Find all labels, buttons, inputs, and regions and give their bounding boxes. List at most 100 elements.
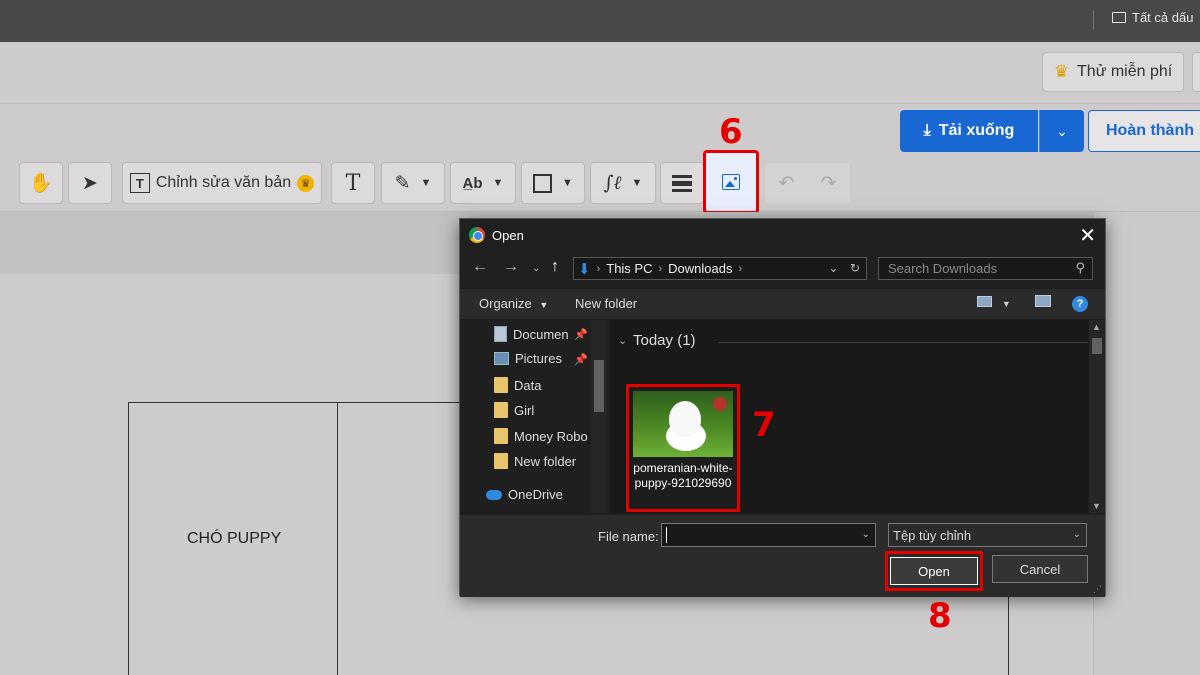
download-button[interactable]: ⤓ Tải xuống bbox=[900, 110, 1038, 152]
free-trial-button[interactable]: ♛ Thử miễn phí bbox=[1042, 52, 1184, 92]
hand-tool[interactable]: ✋ bbox=[19, 162, 63, 204]
file-name-input[interactable]: ⌄ bbox=[661, 523, 876, 547]
text-icon: T bbox=[345, 170, 361, 196]
dialog-title: Open bbox=[492, 227, 524, 243]
search-input[interactable]: Search Downloads ⚲ bbox=[878, 257, 1093, 280]
nav-item-label: OneDrive bbox=[508, 487, 563, 502]
navigation-pane: Documen 📌 Pictures 📌 Data Girl Money Rob… bbox=[460, 320, 608, 513]
nav-item-money-robo[interactable]: Money Robo bbox=[494, 428, 606, 444]
chevron-down-icon[interactable]: ⌄ bbox=[618, 334, 627, 347]
nav-item-new-folder[interactable]: New folder bbox=[494, 453, 606, 469]
open-button[interactable]: Open bbox=[890, 557, 978, 585]
redo-button[interactable]: ↷ bbox=[807, 162, 851, 204]
cancel-button[interactable]: Cancel bbox=[992, 555, 1088, 583]
shape-tool[interactable]: ▼ bbox=[521, 162, 585, 204]
draw-tool[interactable]: ✎ ▼ bbox=[381, 162, 445, 204]
chevron-down-icon[interactable]: ⌄ bbox=[829, 261, 839, 275]
breadcrumb-downloads[interactable]: Downloads bbox=[668, 261, 732, 276]
organize-menu[interactable]: Organize ▼ bbox=[479, 296, 548, 311]
all-bookmarks-label: Tất cả dấu bbox=[1132, 10, 1194, 25]
pencil-icon: ✎ bbox=[394, 172, 411, 194]
rectangle-icon bbox=[533, 173, 553, 193]
header-extra-button[interactable] bbox=[1192, 52, 1200, 92]
folder-icon bbox=[1112, 12, 1126, 23]
redact-tool[interactable] bbox=[660, 162, 704, 204]
nav-item-label: Documen bbox=[513, 326, 569, 342]
back-icon[interactable]: ← bbox=[472, 258, 488, 276]
bookmarks-separator bbox=[1093, 11, 1094, 29]
navigation-scrollbar[interactable] bbox=[591, 320, 607, 513]
all-bookmarks-button[interactable]: Tất cả dấu bbox=[1112, 10, 1193, 25]
breadcrumb-this-pc[interactable]: This PC bbox=[606, 261, 652, 276]
pointer-icon: ➤ bbox=[82, 172, 98, 194]
add-text-tool[interactable]: T bbox=[331, 162, 375, 204]
scroll-up-icon[interactable]: ▲ bbox=[1092, 322, 1101, 332]
done-button[interactable]: Hoàn thành bbox=[1088, 110, 1200, 152]
nav-item-girl[interactable]: Girl bbox=[494, 402, 606, 418]
nav-item-label: Money Robo bbox=[514, 428, 588, 444]
file-type-select[interactable]: Tệp tùy chỉnh ⌄ bbox=[888, 523, 1087, 547]
address-bar[interactable]: ⬇ › This PC › Downloads › ⌄ ↻ bbox=[573, 257, 867, 280]
nav-item-label: New folder bbox=[514, 453, 577, 469]
chevron-down-icon[interactable]: ⌄ bbox=[862, 529, 870, 540]
file-list-scrollbar[interactable]: ▲ ▼ bbox=[1089, 320, 1105, 513]
help-icon[interactable]: ? bbox=[1072, 294, 1088, 312]
forward-icon[interactable]: → bbox=[503, 258, 519, 276]
new-folder-button[interactable]: New folder bbox=[575, 296, 637, 311]
up-icon[interactable]: ↑ bbox=[551, 258, 559, 276]
folder-icon bbox=[494, 453, 508, 469]
search-placeholder: Search Downloads bbox=[888, 261, 998, 276]
organize-label: Organize bbox=[479, 296, 532, 311]
download-icon: ⤓ bbox=[923, 122, 931, 139]
nav-item-label: Pictures bbox=[515, 351, 562, 366]
file-item-pomeranian[interactable]: pomeranian-white-puppy-921029690 bbox=[626, 384, 740, 512]
chevron-right-icon: › bbox=[596, 262, 601, 275]
folder-icon bbox=[494, 428, 508, 444]
refresh-icon[interactable]: ↻ bbox=[850, 261, 860, 275]
scrollbar-thumb[interactable] bbox=[1092, 338, 1102, 354]
edit-text-tool[interactable]: T Chỉnh sửa văn bản ♛ bbox=[122, 162, 322, 204]
browser-bookmarks-bar: Tất cả dấu bbox=[0, 0, 1200, 42]
preview-pane-icon[interactable] bbox=[1035, 294, 1051, 310]
recent-locations-icon[interactable]: ⌄ bbox=[532, 263, 540, 274]
redact-icon bbox=[672, 174, 692, 192]
scroll-down-icon[interactable]: ▼ bbox=[1092, 501, 1101, 511]
chevron-down-icon: ⌄ bbox=[1072, 529, 1081, 540]
redo-icon: ↷ bbox=[820, 172, 837, 194]
app-header: ♛ Thử miễn phí bbox=[0, 42, 1200, 104]
crown-icon: ♛ bbox=[1053, 62, 1070, 81]
close-icon[interactable]: ✕ bbox=[1079, 223, 1096, 248]
nav-item-data[interactable]: Data bbox=[494, 377, 606, 393]
open-file-dialog: Open ✕ ← → ⌄ ↑ ⬇ › This PC › Downloads ›… bbox=[459, 218, 1106, 597]
text-box-icon: T bbox=[129, 173, 150, 193]
select-tool[interactable]: ➤ bbox=[68, 162, 112, 204]
cloud-icon bbox=[486, 489, 502, 500]
caret-down-icon: ▼ bbox=[492, 177, 504, 189]
chevron-right-icon: › bbox=[738, 262, 743, 275]
insert-image-tool[interactable] bbox=[703, 150, 759, 214]
download-options-button[interactable]: ⌄ bbox=[1039, 110, 1084, 152]
resize-grip-icon[interactable]: ⋰ bbox=[1093, 584, 1102, 595]
step-8-label: 8 bbox=[928, 596, 952, 636]
dialog-title-bar: Open bbox=[460, 219, 1105, 251]
caret-down-icon: ▼ bbox=[1001, 299, 1011, 309]
group-header-today[interactable]: Today (1) bbox=[633, 332, 696, 349]
scrollbar-thumb[interactable] bbox=[594, 360, 604, 412]
thumbnail-dog-head bbox=[669, 401, 701, 437]
nav-item-onedrive[interactable]: OneDrive bbox=[486, 487, 598, 502]
nav-item-label: Data bbox=[514, 377, 542, 393]
undo-button[interactable]: ↶ bbox=[764, 162, 808, 204]
command-bar: Organize ▼ New folder ▼ ? bbox=[460, 289, 1105, 319]
free-trial-label: Thử miễn phí bbox=[1077, 63, 1173, 80]
view-icon bbox=[977, 296, 992, 307]
image-icon bbox=[722, 174, 740, 190]
download-folder-icon: ⬇ bbox=[578, 260, 591, 278]
crown-icon: ♛ bbox=[297, 174, 315, 192]
signature-tool[interactable]: ∫ℓ ▼ bbox=[590, 162, 656, 204]
open-button-highlight: Open bbox=[885, 551, 983, 591]
file-list: ⌄ Today (1) pomeranian-white-puppy-92102… bbox=[610, 320, 1105, 513]
text-field-tool[interactable]: A̲b ▼ bbox=[450, 162, 516, 204]
folder-icon bbox=[494, 377, 508, 393]
chevron-down-icon: ⌄ bbox=[1056, 122, 1068, 139]
view-options-button[interactable]: ▼ bbox=[977, 294, 1011, 310]
